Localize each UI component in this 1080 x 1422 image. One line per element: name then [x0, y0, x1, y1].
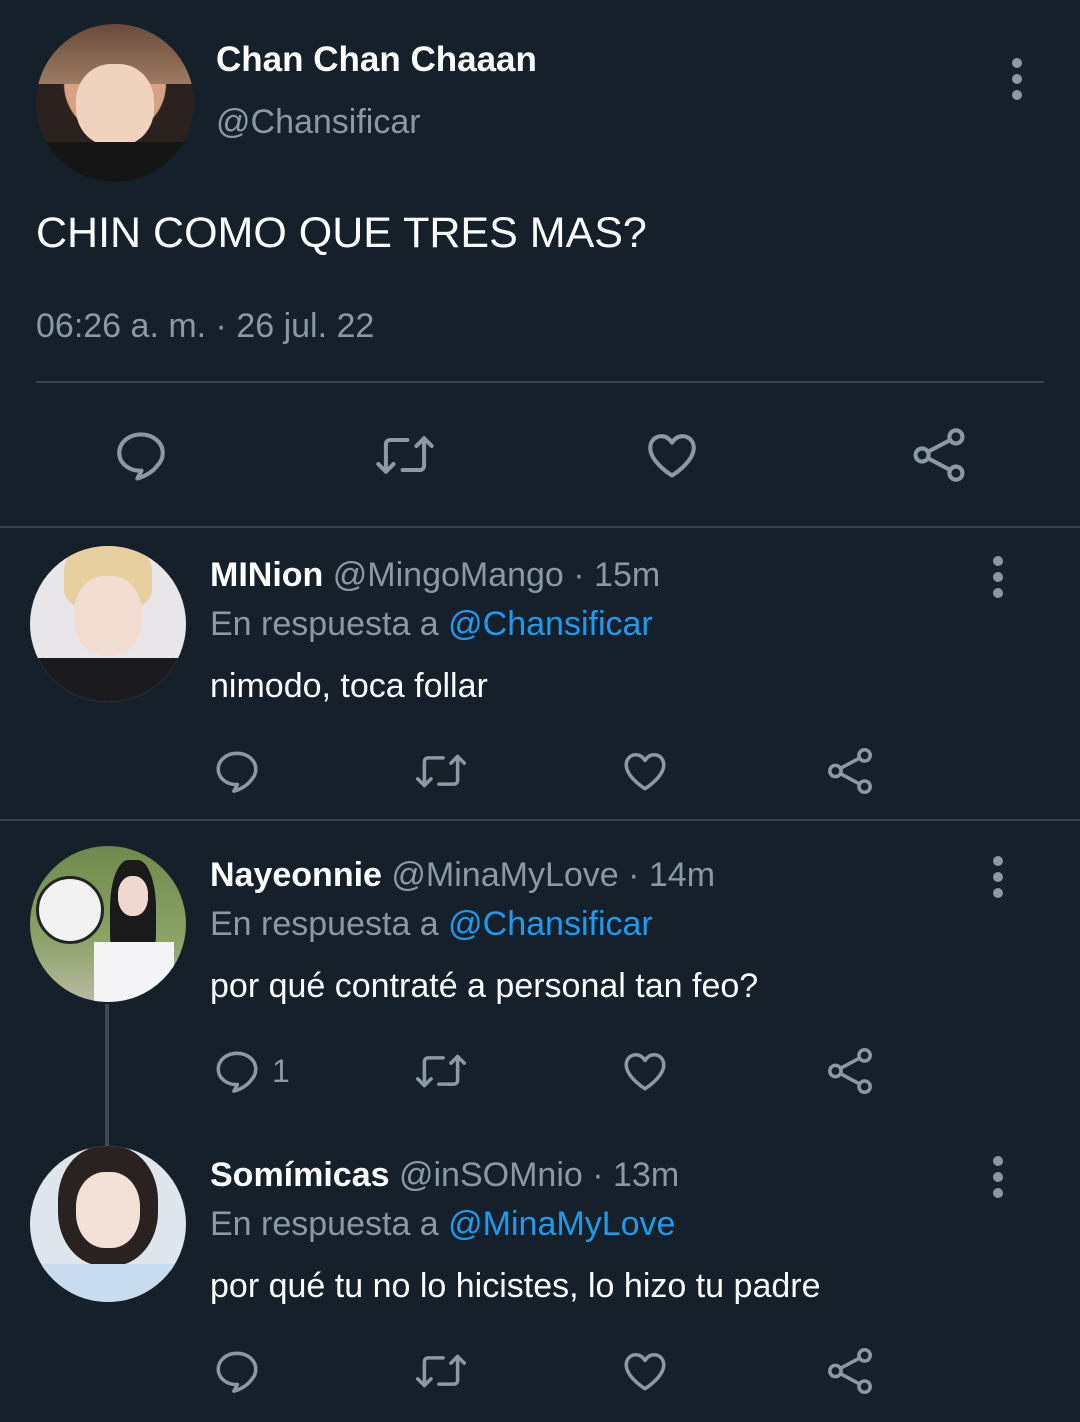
like-icon[interactable]: [643, 426, 701, 484]
more-options-icon[interactable]: [1011, 58, 1023, 100]
reply-meta[interactable]: @MingoMango · 15m: [333, 556, 660, 594]
more-options-icon[interactable]: [992, 1156, 1004, 1198]
reply-icon[interactable]: [212, 746, 262, 796]
divider: [0, 819, 1080, 821]
reply-header: MINion @MingoMango · 15m: [210, 554, 660, 596]
display-name[interactable]: MINion: [210, 556, 323, 594]
replying-to-label: En respuesta a: [210, 1205, 439, 1243]
reply-count: 1: [272, 1053, 290, 1089]
reply-header: Nayeonnie @MinaMyLove · 14m: [210, 854, 715, 896]
tweet-text: nimodo, toca follar: [210, 667, 488, 705]
retweet-icon[interactable]: [414, 1046, 468, 1096]
display-name[interactable]: Chan Chan Chaaan: [216, 40, 537, 80]
share-icon[interactable]: [824, 1046, 876, 1096]
avatar[interactable]: [30, 1146, 186, 1302]
like-icon[interactable]: [620, 746, 670, 796]
reply-meta[interactable]: @MinaMyLove · 14m: [391, 856, 715, 894]
replying-to-label: En respuesta a: [210, 605, 439, 643]
display-name[interactable]: Nayeonnie: [210, 856, 382, 894]
avatar[interactable]: [30, 846, 186, 1002]
replying-to: En respuesta a @Chansificar: [210, 903, 653, 945]
reply-icon[interactable]: [212, 1346, 262, 1396]
username[interactable]: @Chansificar: [216, 102, 421, 142]
timestamp[interactable]: 06:26 a. m. · 26 jul. 22: [36, 306, 374, 346]
reply-header: Somímicas @inSOMnio · 13m: [210, 1154, 679, 1196]
share-icon[interactable]: [824, 1346, 876, 1396]
tweet-text: por qué contraté a personal tan feo?: [210, 967, 759, 1005]
tweet-text: por qué tu no lo hicistes, lo hizo tu pa…: [210, 1267, 821, 1305]
more-options-icon[interactable]: [992, 556, 1004, 598]
retweet-icon[interactable]: [374, 426, 436, 484]
thread-line: [105, 1004, 109, 1146]
divider: [36, 381, 1044, 383]
mention-link[interactable]: @Chansificar: [448, 605, 653, 643]
share-icon[interactable]: [824, 746, 876, 796]
reply-icon[interactable]: [112, 426, 170, 484]
reply-icon[interactable]: [212, 1046, 262, 1096]
divider: [0, 526, 1080, 528]
like-icon[interactable]: [620, 1346, 670, 1396]
display-name[interactable]: Somímicas: [210, 1156, 390, 1194]
avatar[interactable]: [36, 24, 194, 182]
avatar[interactable]: [30, 546, 186, 702]
retweet-icon[interactable]: [414, 1346, 468, 1396]
more-options-icon[interactable]: [992, 856, 1004, 898]
replying-to: En respuesta a @MinaMyLove: [210, 1203, 675, 1245]
like-icon[interactable]: [620, 1046, 670, 1096]
mention-link[interactable]: @Chansificar: [448, 905, 653, 943]
tweet-text: CHIN COMO QUE TRES MAS?: [36, 209, 647, 257]
replying-to: En respuesta a @Chansificar: [210, 603, 653, 645]
mention-link[interactable]: @MinaMyLove: [448, 1205, 675, 1243]
retweet-icon[interactable]: [414, 746, 468, 796]
share-icon[interactable]: [908, 426, 970, 484]
reply-meta[interactable]: @inSOMnio · 13m: [399, 1156, 679, 1194]
replying-to-label: En respuesta a: [210, 905, 439, 943]
